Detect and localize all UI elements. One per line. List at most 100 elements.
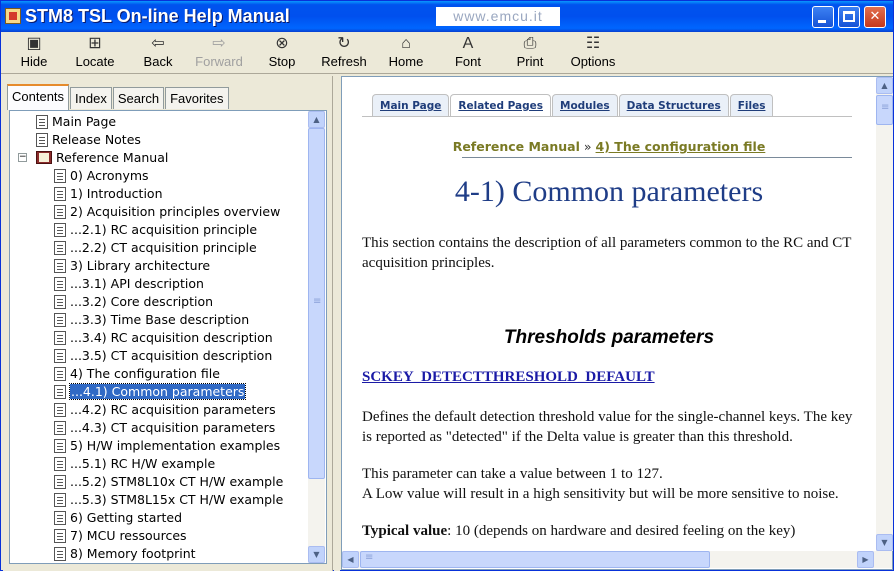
document-icon (54, 385, 66, 399)
tree-item[interactable]: − Reference Manual (18, 149, 169, 167)
forward-button[interactable]: ⇨ Forward (191, 34, 247, 74)
scroll-up-button[interactable]: ▲ (308, 111, 325, 128)
tree-item[interactable]: ...2.1) RC acquisition principle (54, 221, 257, 239)
tree-item[interactable]: 2) Acquisition principles overview (54, 203, 280, 221)
tree-item[interactable]: ...4.3) CT acquisition parameters (54, 419, 275, 437)
horizontal-scroll-thumb[interactable] (360, 551, 710, 568)
stop-button[interactable]: ⊗ Stop (259, 34, 305, 74)
tree-item[interactable]: ...3.1) API description (54, 275, 204, 293)
locate-label: Locate (75, 54, 115, 69)
tree-item-label: ...5.2) STM8L10x CT H/W example (70, 474, 284, 489)
tree-item-label: ...5.1) RC H/W example (70, 456, 216, 471)
tree-item[interactable]: ...3.4) RC acquisition description (54, 329, 273, 347)
tree-item[interactable]: ...5.1) RC H/W example (54, 455, 215, 473)
tree-item-label: ...2.1) RC acquisition principle (70, 222, 258, 237)
print-button[interactable]: ⎙ Print (507, 34, 553, 74)
close-button[interactable]: ✕ (864, 6, 886, 28)
tree-item-label: Reference Manual (56, 150, 169, 165)
document-icon (54, 439, 66, 453)
tree-item[interactable]: ...4.1) Common parameters (54, 383, 247, 401)
typical-value-text: : 10 (depends on hardware and desired fe… (447, 523, 796, 539)
breadcrumb-parent-link[interactable]: Reference Manual (453, 139, 580, 154)
tree-item[interactable]: 3) Library architecture (54, 257, 210, 275)
tab-favorites[interactable]: Favorites (165, 87, 229, 109)
close-icon: ✕ (869, 9, 881, 24)
toolbar: ▣ Hide ⊞ Locate ⇦ Back ⇨ Forward ⊗ Stop … (1, 32, 893, 74)
tree-item[interactable]: 6) Getting started (54, 509, 182, 527)
minimize-button[interactable] (812, 6, 834, 28)
tree-item-label: ...3.5) CT acquisition description (70, 348, 273, 363)
tree-item-label: 6) Getting started (70, 510, 183, 525)
window-title: STM8 TSL On-line Help Manual (25, 6, 290, 26)
tree-item[interactable]: Release Notes (36, 131, 141, 149)
doc-tab[interactable]: Main Page (372, 94, 450, 116)
contents-tree-frame: Main Page Release Notes − Reference Manual 0… (9, 110, 327, 564)
topic-vertical-scrollbar[interactable]: ▲ ▼ (876, 77, 893, 551)
scroll-right-button[interactable]: ▶ (857, 551, 874, 568)
document-icon (54, 367, 66, 381)
home-button[interactable]: ⌂ Home (383, 34, 429, 74)
doc-tab[interactable]: Files (729, 94, 774, 116)
topic-scroll-up-button[interactable]: ▲ (876, 77, 893, 94)
forward-arrow-icon: ⇨ (212, 35, 226, 52)
document-icon (54, 295, 66, 309)
hide-button[interactable]: ▣ Hide (11, 34, 57, 74)
stop-icon: ⊗ (275, 35, 289, 52)
breadcrumb-current-link[interactable]: 4) The configuration file (596, 139, 766, 154)
tree-item[interactable]: ...3.5) CT acquisition description (54, 347, 272, 365)
tree-item[interactable]: 4) The configuration file (54, 365, 220, 383)
topic-scroll-thumb[interactable] (876, 95, 893, 125)
maximize-button[interactable] (838, 6, 860, 28)
navigation-pane: Contents Index Search Favorites Main Page Re… (3, 76, 333, 571)
stop-label: Stop (268, 54, 296, 69)
tree-item[interactable]: ...5.2) STM8L10x CT H/W example (54, 473, 283, 491)
tree-item[interactable]: 1) Introduction (54, 185, 163, 203)
back-label: Back (143, 54, 173, 69)
font-icon: A (462, 35, 474, 52)
document-icon (36, 133, 48, 147)
refresh-button[interactable]: ↻ Refresh (317, 34, 371, 74)
back-button[interactable]: ⇦ Back (135, 34, 181, 74)
topic-horizontal-scrollbar[interactable]: ◀ ▶ (342, 551, 892, 568)
tree-vertical-scrollbar[interactable]: ▲ ▼ (308, 111, 325, 563)
scroll-down-button[interactable]: ▼ (308, 546, 325, 563)
open-book-icon (36, 151, 52, 164)
title-bar[interactable]: STM8 TSL On-line Help Manual www.emcu.it… (1, 1, 893, 32)
tree-item-label: ...5.3) STM8L15x CT H/W example (70, 492, 284, 507)
tab-index[interactable]: Index (70, 87, 112, 109)
tree-item[interactable]: 7) MCU ressources (54, 527, 187, 545)
tree-item[interactable]: 8) Memory footprint (54, 545, 196, 561)
typical-value-line: Typical value: 10 (depends on hardware a… (362, 521, 862, 541)
help-window: STM8 TSL On-line Help Manual www.emcu.it… (0, 0, 894, 571)
tree-item[interactable]: ...3.3) Time Base description (54, 311, 249, 329)
tree-item-label: ...3.4) RC acquisition description (70, 330, 273, 345)
parameter-link[interactable]: SCKEY_DETECTTHRESHOLD_DEFAULT (362, 369, 655, 386)
tab-search[interactable]: Search (112, 87, 165, 109)
tree-item[interactable]: 0) Acronyms (54, 167, 149, 185)
tree-item[interactable]: ...3.2) Core description (54, 293, 213, 311)
tree-item[interactable]: ...4.2) RC acquisition parameters (54, 401, 276, 419)
doc-tab[interactable]: Modules (552, 94, 618, 116)
tree-item[interactable]: ...5.3) STM8L15x CT H/W example (54, 491, 283, 509)
document-icon (54, 169, 66, 183)
options-button[interactable]: ☷ Options (565, 34, 621, 74)
tree-item[interactable]: 5) H/W implementation examples (54, 437, 280, 455)
scroll-left-button[interactable]: ◀ (342, 551, 359, 568)
document-icon (54, 223, 66, 237)
doc-tab[interactable]: Data Structures (618, 94, 729, 116)
home-label: Home (388, 54, 424, 69)
collapse-toggle-icon[interactable]: − (18, 153, 27, 162)
scroll-thumb[interactable] (308, 128, 325, 479)
locate-button[interactable]: ⊞ Locate (69, 34, 121, 74)
doc-tab[interactable]: Related Pages (450, 94, 551, 116)
tree-item[interactable]: Main Page (36, 113, 116, 131)
breadcrumb: Reference Manual» 4) The configuration fi… (342, 139, 876, 154)
font-button[interactable]: A Font (445, 34, 491, 74)
pane-splitter[interactable] (334, 76, 340, 571)
tree-item[interactable]: ...2.2) CT acquisition principle (54, 239, 257, 257)
tab-contents[interactable]: Contents (7, 84, 70, 110)
document-icon (54, 457, 66, 471)
contents-tree: Main Page Release Notes − Reference Manual 0… (12, 113, 306, 561)
topic-scroll-down-button[interactable]: ▼ (876, 534, 893, 551)
tree-item-label: ...4.2) RC acquisition parameters (70, 402, 276, 417)
